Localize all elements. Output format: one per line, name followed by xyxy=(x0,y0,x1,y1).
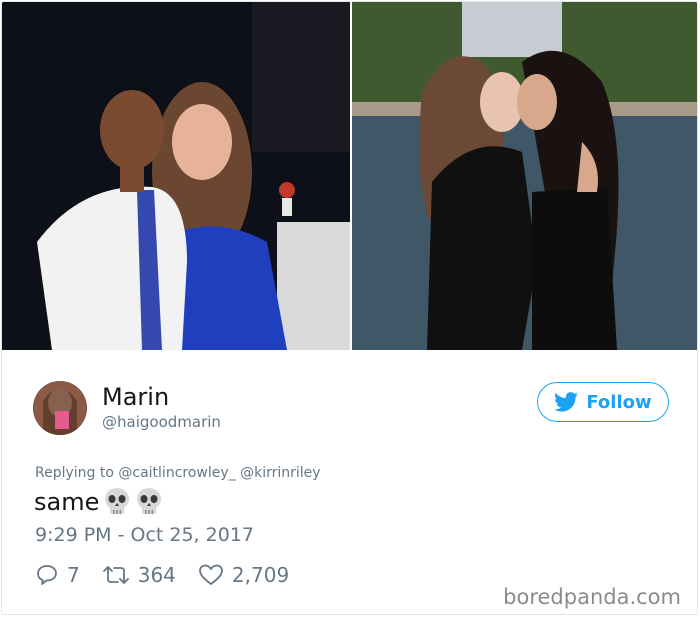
mention-link[interactable]: @kirrinriley xyxy=(240,465,320,481)
follow-label: Follow xyxy=(586,391,652,413)
replying-to: Replying to @caitlincrowley_ @kirrinrile… xyxy=(35,465,321,481)
tweet-timestamp[interactable]: 9:29 PM - Oct 25, 2017 xyxy=(35,524,254,546)
retweet-icon xyxy=(102,566,129,584)
retweet-action[interactable]: 364 xyxy=(102,563,176,587)
tweet-text: same xyxy=(34,487,163,517)
follow-button[interactable]: Follow xyxy=(537,382,669,422)
display-name[interactable]: Marin xyxy=(102,383,169,411)
skull-emoji-icon xyxy=(105,488,130,514)
like-count: 2,709 xyxy=(231,563,290,587)
mention-link[interactable]: @caitlincrowley_ xyxy=(118,465,235,481)
replying-to-prefix: Replying to xyxy=(35,465,114,481)
avatar[interactable] xyxy=(33,381,87,435)
retweet-count: 364 xyxy=(137,563,176,587)
tweet-card: Marin @haigoodmarin Follow Replying to @… xyxy=(1,1,698,615)
twitter-bird-icon xyxy=(554,392,579,412)
like-action[interactable]: 2,709 xyxy=(198,563,289,587)
reply-count: 7 xyxy=(67,563,80,587)
tweet-body: same xyxy=(34,488,100,516)
tweet-actions: 7 364 2,709 xyxy=(35,563,311,587)
reply-action[interactable]: 7 xyxy=(35,563,80,587)
watermark: boredpanda.com xyxy=(503,585,681,609)
photo-prom[interactable] xyxy=(2,2,350,350)
heart-icon xyxy=(199,564,223,585)
photo-couple[interactable] xyxy=(352,2,697,350)
user-handle[interactable]: @haigoodmarin xyxy=(102,413,221,431)
skull-emoji-icon xyxy=(137,488,162,514)
tweet-photos xyxy=(2,2,697,350)
reply-icon xyxy=(37,565,57,585)
